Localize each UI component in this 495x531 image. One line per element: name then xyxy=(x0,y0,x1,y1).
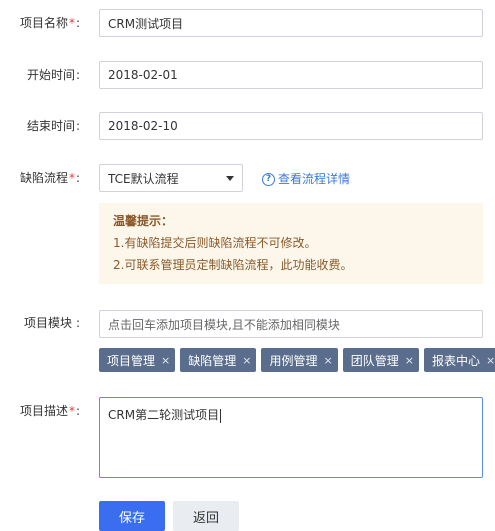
project-module-input[interactable]: 点击回车添加项目模块,且不能添加相同模块 xyxy=(99,310,483,338)
tag-close-icon[interactable]: × xyxy=(242,354,251,367)
dropdown-arrow-icon xyxy=(226,175,234,181)
project-name-input[interactable]: CRM测试项目 xyxy=(99,9,483,37)
save-button[interactable]: 保存 xyxy=(99,501,165,531)
defect-flow-label: 缺陷流程*: xyxy=(0,170,80,186)
colon: : xyxy=(75,316,80,330)
view-flow-detail-link[interactable]: ? 查看流程详情 xyxy=(262,171,350,187)
end-date-input[interactable]: 2018-02-10 xyxy=(99,112,483,140)
tag-close-icon[interactable]: × xyxy=(405,354,414,367)
project-desc-label: 项目描述*: xyxy=(0,403,80,419)
end-date-value: 2018-02-10 xyxy=(108,119,178,133)
tip-title: 温馨提示： xyxy=(113,214,174,228)
project-name-label-text: 项目名称 xyxy=(19,16,68,30)
colon: : xyxy=(75,68,80,82)
project-desc-label-text: 项目描述 xyxy=(19,404,68,418)
project-desc-textarea[interactable]: CRM第二轮测试项目 xyxy=(99,397,483,478)
project-module-label-text: 项目模块 xyxy=(23,316,72,330)
project-desc-value: CRM第二轮测试项目 xyxy=(108,408,220,422)
start-time-label-text: 开始时间 xyxy=(26,68,75,82)
tag-close-icon[interactable]: × xyxy=(161,354,170,367)
tag-close-icon[interactable]: × xyxy=(486,354,495,367)
colon: : xyxy=(75,16,80,30)
project-module-label: 项目模块: xyxy=(0,315,80,331)
defect-flow-label-text: 缺陷流程 xyxy=(19,171,68,185)
module-tag: 项目管理 × xyxy=(99,348,176,372)
defect-flow-selected: TCE默认流程 xyxy=(108,171,179,186)
required-mark: * xyxy=(68,16,75,30)
colon: : xyxy=(75,171,80,185)
question-circle-icon: ? xyxy=(262,172,275,186)
project-name-label: 项目名称*: xyxy=(0,15,80,31)
module-tag-label: 项目管理 xyxy=(107,353,156,368)
module-tag: 缺陷管理 × xyxy=(180,348,257,372)
tip-box: 温馨提示： 1.有缺陷提交后则缺陷流程不可修改。 2.可联系管理员定制缺陷流程，… xyxy=(99,203,483,284)
start-date-value: 2018-02-01 xyxy=(108,68,178,82)
defect-flow-select[interactable]: TCE默认流程 xyxy=(99,164,243,192)
view-flow-detail-text: 查看流程详情 xyxy=(278,172,351,186)
module-tag-list: 项目管理 × 缺陷管理 × 用例管理 × 团队管理 × 报表中心 × xyxy=(99,348,495,372)
required-mark: * xyxy=(68,171,75,185)
module-tag-label: 报表中心 xyxy=(431,353,480,368)
module-tag: 用例管理 × xyxy=(261,348,338,372)
required-mark: * xyxy=(68,404,75,418)
module-tag: 团队管理 × xyxy=(342,348,419,372)
end-time-label: 结束时间: xyxy=(0,118,80,134)
module-tag-label: 团队管理 xyxy=(350,353,399,368)
end-time-label-text: 结束时间 xyxy=(26,119,75,133)
start-time-label: 开始时间: xyxy=(0,67,80,83)
module-tag: 报表中心 × xyxy=(423,348,495,372)
project-module-placeholder: 点击回车添加项目模块,且不能添加相同模块 xyxy=(108,317,340,332)
tag-close-icon[interactable]: × xyxy=(323,354,332,367)
back-button[interactable]: 返回 xyxy=(173,501,239,531)
module-tag-label: 缺陷管理 xyxy=(188,353,237,368)
colon: : xyxy=(75,119,80,133)
tip-line: 1.有缺陷提交后则缺陷流程不可修改。 xyxy=(113,236,317,250)
colon: : xyxy=(75,404,80,418)
text-caret xyxy=(220,408,222,423)
module-tag-label: 用例管理 xyxy=(269,353,318,368)
tip-line: 2.可联系管理员定制缺陷流程，此功能收费。 xyxy=(113,258,353,272)
project-name-value: CRM测试项目 xyxy=(108,16,184,31)
start-date-input[interactable]: 2018-02-01 xyxy=(99,61,483,89)
